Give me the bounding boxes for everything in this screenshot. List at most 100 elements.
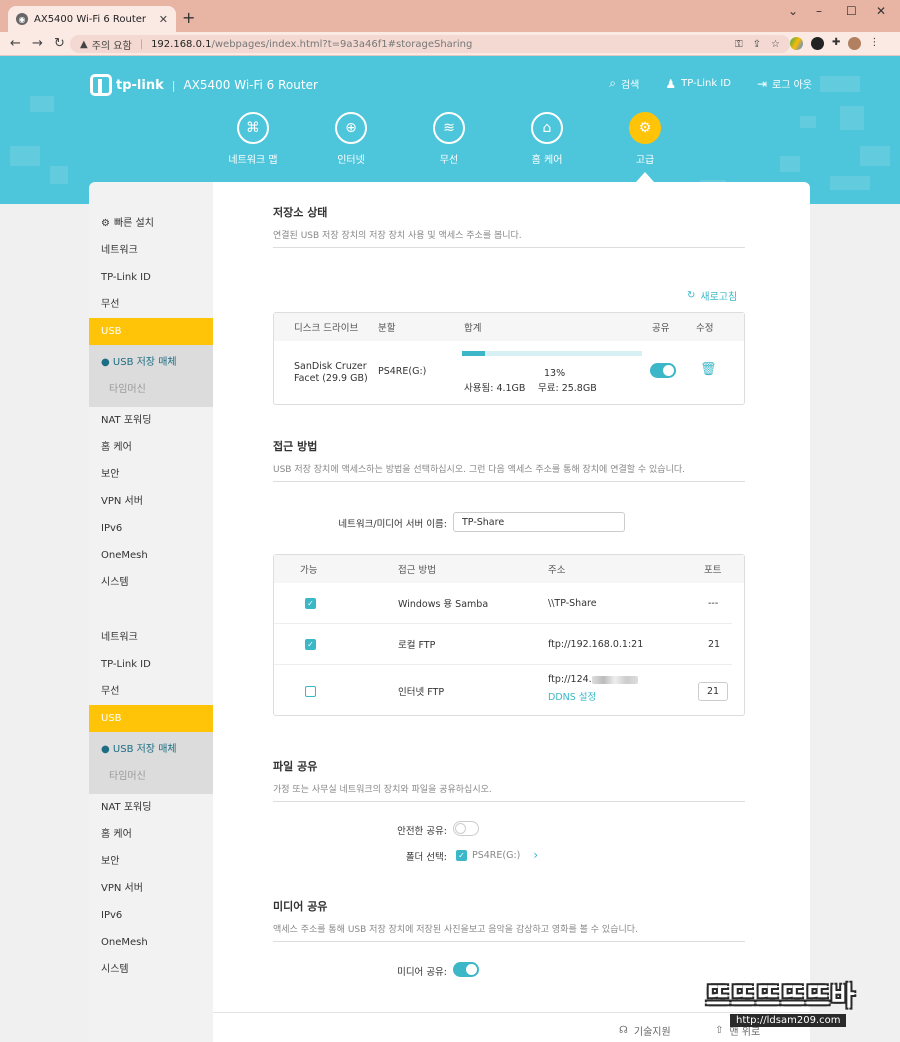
sidebar-item-vpn[interactable]: VPN 서버: [89, 488, 213, 515]
sidebar-item-usb[interactable]: USB: [89, 705, 213, 732]
sidebar-item-home-care[interactable]: 홈 케어: [89, 821, 213, 848]
avatar[interactable]: [848, 37, 862, 50]
star-icon[interactable]: ☆: [771, 39, 780, 50]
trash-icon[interactable]: 🗑: [700, 362, 717, 377]
sidebar-item-ipv6[interactable]: IPv6: [89, 902, 213, 929]
new-tab-button[interactable]: +: [182, 8, 195, 27]
storage-desc: 연결된 USB 저장 장치의 저장 장치 사용 및 액세스 주소를 봅니다.: [273, 228, 745, 248]
sidebar-usb-submenu: ● USB 저장 매체 타임머신: [89, 345, 213, 407]
close-window-button[interactable]: ✕: [876, 4, 886, 18]
extensions: ✚ ⋮: [790, 37, 879, 50]
back-icon[interactable]: ←: [10, 36, 21, 51]
sidebar-item-wireless[interactable]: 무선: [89, 291, 213, 318]
minimize-button[interactable]: –: [816, 4, 822, 18]
usage-bar: [462, 351, 642, 356]
tab-close-button[interactable]: ✕: [159, 13, 168, 26]
sidebar-item-nat[interactable]: NAT 포워딩: [89, 794, 213, 821]
chevron-right-icon[interactable]: ›: [533, 848, 538, 862]
globe-icon: ⊕: [335, 112, 367, 144]
sidebar-item-system[interactable]: 시스템: [89, 956, 213, 983]
redacted-address: [591, 675, 638, 684]
media-share-title: 미디어 공유: [273, 900, 328, 913]
sidebar-item-time-machine[interactable]: 타임머신: [89, 376, 213, 403]
internet-ftp-address: ftp://124.: [548, 674, 592, 685]
access-table: 가능 접근 방법 주소 포트 ✓ Windows 용 Samba \\TP-Sh…: [273, 554, 745, 716]
search-button[interactable]: ⌕ 검색: [609, 76, 639, 91]
local-ftp-checkbox[interactable]: ✓: [305, 638, 316, 650]
disk-partition: PS4RE(G:): [378, 366, 427, 377]
secure-share-toggle[interactable]: [453, 821, 479, 836]
sidebar-item-network[interactable]: 네트워크: [89, 624, 213, 651]
gear-icon: ⚙: [629, 112, 661, 144]
product-name: AX5400 Wi-Fi 6 Router: [183, 78, 318, 92]
sidebar-item-usb-storage[interactable]: ● USB 저장 매체: [89, 736, 213, 763]
share-icon[interactable]: ⇪: [753, 39, 761, 50]
sidebar-item-onemesh[interactable]: OneMesh: [89, 542, 213, 569]
drive-extension-icon[interactable]: [790, 37, 803, 50]
sidebar-item-network[interactable]: 네트워크: [89, 237, 213, 264]
security-warning[interactable]: 주의 요함: [92, 37, 132, 52]
tplink-id-button[interactable]: ♟ TP-Link ID: [665, 76, 731, 91]
url-input[interactable]: ▲ 주의 요함 | 192.168.0.1/webpages/index.htm…: [70, 35, 790, 53]
extension-icon[interactable]: [811, 37, 824, 50]
media-share-toggle[interactable]: [453, 962, 479, 977]
sidebar-item-system[interactable]: 시스템: [89, 569, 213, 596]
sidebar-item-home-care[interactable]: 홈 케어: [89, 434, 213, 461]
main-nav: ⌘ 네트워크 맵 ⊕ 인터넷 ≋ 무선 ⌂ 홈 케어 ⚙ 고급: [224, 112, 674, 166]
chevron-down-icon[interactable]: ⌄: [788, 4, 798, 18]
refresh-button[interactable]: ↻ 새로고침: [687, 288, 737, 303]
access-title: 접근 방법: [273, 440, 318, 453]
warning-icon: ▲: [80, 38, 88, 50]
puzzle-icon[interactable]: ✚: [832, 37, 840, 50]
url-text: 192.168.0.1/webpages/index.html?t=9a3a46…: [151, 38, 473, 50]
tab-internet[interactable]: ⊕ 인터넷: [322, 112, 380, 166]
sidebar-item-quick-setup[interactable]: ⚙ 빠른 설치: [89, 210, 213, 237]
network-map-icon: ⌘: [237, 112, 269, 144]
secure-share-label: 안전한 공유:: [397, 826, 447, 837]
browser-tab[interactable]: ◉ AX5400 Wi-Fi 6 Router ✕: [8, 6, 176, 32]
usage-bar-fill: [462, 351, 486, 356]
samba-checkbox[interactable]: ✓: [305, 597, 316, 609]
sidebar-item-tplink-id[interactable]: TP-Link ID: [89, 651, 213, 678]
tab-network-map[interactable]: ⌘ 네트워크 맵: [224, 112, 282, 166]
file-share-title: 파일 공유: [273, 760, 318, 773]
support-link[interactable]: ☊ 기술지원: [619, 1023, 671, 1038]
sidebar-item-tplink-id[interactable]: TP-Link ID: [89, 264, 213, 291]
sidebar-item-security[interactable]: 보안: [89, 848, 213, 875]
sidebar-item-time-machine[interactable]: 타임머신: [89, 763, 213, 790]
internet-ftp-port-input[interactable]: 21: [698, 681, 728, 701]
storage-title: 저장소 상태: [273, 206, 328, 219]
sidebar-item-vpn[interactable]: VPN 서버: [89, 875, 213, 902]
sidebar-item-nat[interactable]: NAT 포워딩: [89, 407, 213, 434]
sidebar-item-security[interactable]: 보안: [89, 461, 213, 488]
table-row: SanDisk Cruzer Facet (29.9 GB) PS4RE(G:)…: [274, 341, 744, 403]
sidebar-item-usb[interactable]: USB: [89, 318, 213, 345]
tab-advanced[interactable]: ⚙ 고급: [616, 112, 674, 166]
headset-icon: ☊: [619, 1025, 628, 1036]
sidebar-item-usb-storage[interactable]: ● USB 저장 매체: [89, 349, 213, 376]
menu-icon[interactable]: ⋮: [869, 37, 879, 50]
logout-button[interactable]: ⇥ 로그 아웃: [757, 76, 812, 92]
tab-wireless[interactable]: ≋ 무선: [420, 112, 478, 166]
internet-ftp-checkbox[interactable]: [305, 685, 316, 697]
server-name-input[interactable]: [453, 512, 625, 532]
sidebar-item-onemesh[interactable]: OneMesh: [89, 929, 213, 956]
table-row: ✓ 로컬 FTP ftp://192.168.0.1:21 21: [274, 624, 732, 665]
folder-select[interactable]: ✓ PS4RE(G:) ›: [456, 848, 538, 862]
share-toggle[interactable]: [650, 363, 676, 378]
reload-icon[interactable]: ↻: [54, 36, 65, 51]
key-icon[interactable]: ⚿: [735, 39, 743, 50]
tplink-logo[interactable]: tp-link | AX5400 Wi-Fi 6 Router: [90, 74, 318, 96]
disk-name: SanDisk Cruzer Facet (29.9 GB): [294, 361, 368, 384]
sidebar-item-wireless[interactable]: 무선: [89, 678, 213, 705]
tplink-logo-icon: [90, 74, 112, 96]
folder-select-label: 폴더 선택:: [405, 852, 447, 863]
tab-home-care[interactable]: ⌂ 홈 케어: [518, 112, 576, 166]
sidebar-item-ipv6[interactable]: IPv6: [89, 515, 213, 542]
ddns-settings-link[interactable]: DDNS 설정: [548, 689, 638, 703]
file-share-desc: 가정 또는 사무실 네트워크의 장치와 파일을 공유하십시오.: [273, 782, 745, 802]
folder-checkbox[interactable]: ✓: [456, 849, 467, 861]
forward-icon[interactable]: →: [32, 36, 43, 51]
maximize-button[interactable]: ☐: [846, 4, 857, 18]
media-share-label: 미디어 공유:: [397, 967, 447, 978]
